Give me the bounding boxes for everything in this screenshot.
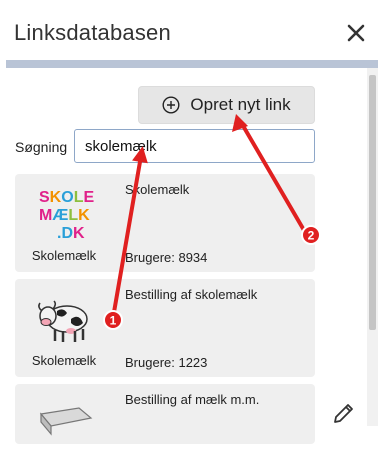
pencil-icon[interactable] xyxy=(331,402,355,426)
window-title: Linksdatabasen xyxy=(14,20,171,45)
tray-icon xyxy=(39,407,93,436)
header-divider xyxy=(6,60,378,68)
cow-icon xyxy=(38,300,88,342)
title-bar: Linksdatabasen xyxy=(0,0,384,60)
svg-text:MÆLK: MÆLK xyxy=(39,207,90,224)
link-users: Brugere: 8934 xyxy=(125,250,208,265)
add-link-label: Opret nyt link xyxy=(190,95,291,114)
link-card[interactable]: Skolemælk Bestilling af skolemælk Bruger… xyxy=(15,279,315,377)
scrollbar-thumb[interactable] xyxy=(369,75,376,330)
link-caption: Skolemælk xyxy=(31,353,97,368)
link-caption: Skolemælk xyxy=(31,248,97,263)
svg-text:.DK: .DK xyxy=(57,225,85,242)
svg-text:SKOLE: SKOLE xyxy=(39,189,94,206)
link-title: Bestilling af skolemælk xyxy=(125,287,258,302)
search-label: Søgning xyxy=(15,139,68,155)
skolemaelk-logo: SKOLE MÆLK .DK xyxy=(39,189,94,242)
close-icon[interactable] xyxy=(345,22,367,44)
link-card[interactable]: Bestilling af mælk m.m. xyxy=(15,384,315,444)
link-users: Brugere: 1223 xyxy=(125,355,208,370)
link-card[interactable]: SKOLE MÆLK .DK Skolemælk Skolemælk Bruge… xyxy=(15,174,315,272)
plus-circle-icon xyxy=(162,96,180,114)
add-link-button[interactable]: Opret nyt link xyxy=(138,86,315,124)
link-title: Skolemælk xyxy=(125,182,190,197)
search-input[interactable] xyxy=(74,129,315,163)
link-title: Bestilling af mælk m.m. xyxy=(125,392,260,407)
